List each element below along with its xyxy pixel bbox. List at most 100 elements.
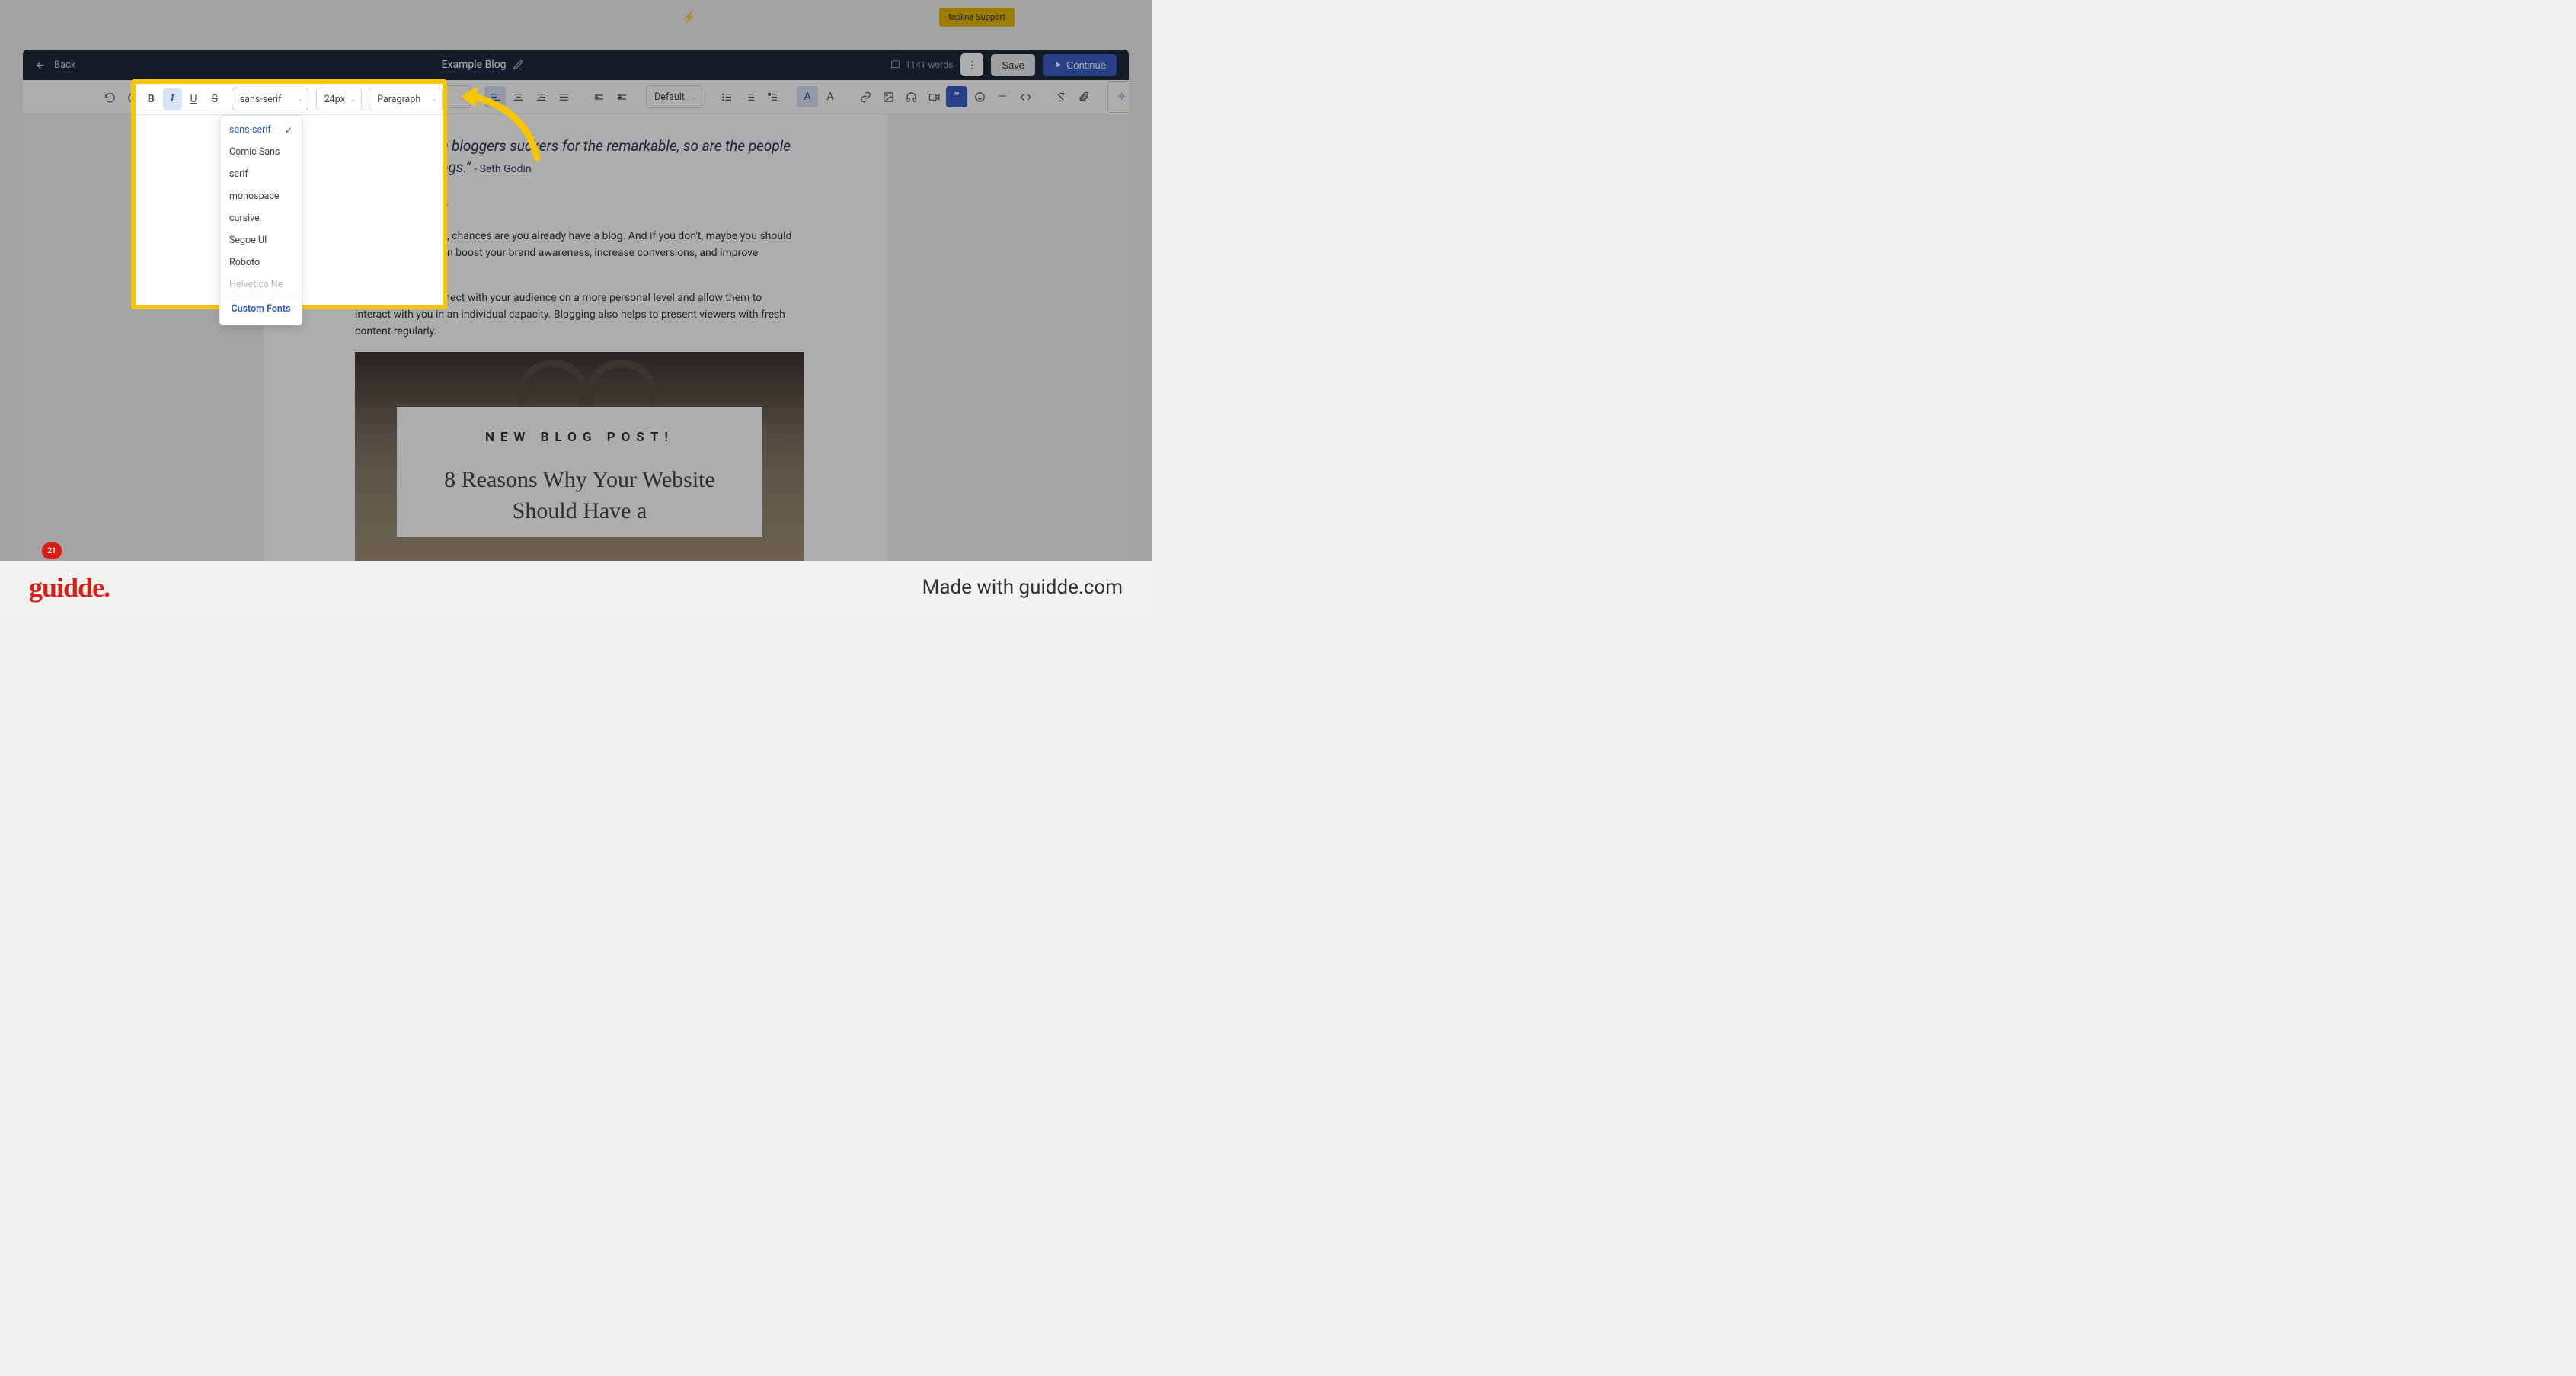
video-icon — [928, 91, 940, 103]
outdent-icon — [593, 91, 605, 103]
bullet-list-button[interactable] — [716, 86, 737, 107]
font-dropdown: sans-serif ✓ Comic Sans serif monospace c… — [219, 115, 302, 325]
divider-button[interactable]: — — [992, 86, 1013, 107]
continue-button[interactable]: Continue — [1043, 54, 1117, 76]
font-option-sans-serif[interactable]: sans-serif ✓ — [220, 119, 302, 141]
more-button[interactable] — [960, 53, 983, 76]
align-justify-button[interactable] — [553, 86, 574, 107]
ordered-list-icon — [744, 91, 756, 103]
italic-icon: I — [170, 93, 174, 105]
notification-badge[interactable]: 21 — [42, 542, 62, 559]
strikethrough-button[interactable]: S — [205, 88, 224, 110]
font-option-label: Roboto — [229, 257, 260, 268]
text-color-icon: A — [804, 91, 810, 103]
hero-image: NEW BLOG POST! 8 Reasons Why Your Websit… — [355, 352, 804, 592]
attachment-icon — [1078, 91, 1089, 103]
ordered-list-button[interactable] — [739, 86, 760, 107]
chevron-down-icon: ⌄ — [431, 95, 437, 104]
align-justify-icon — [558, 91, 570, 103]
support-button[interactable]: topline Support — [939, 8, 1015, 27]
divider-icon: — — [999, 91, 1007, 103]
indent-button[interactable] — [611, 86, 632, 107]
font-option-label: Segoe UI — [229, 235, 267, 246]
code-button[interactable] — [1015, 86, 1036, 107]
chevron-down-icon: ⌄ — [691, 93, 697, 101]
attachment-button[interactable] — [1072, 86, 1094, 107]
word-count: 1141 words — [906, 59, 954, 70]
hero-card: NEW BLOG POST! 8 Reasons Why Your Websit… — [397, 407, 762, 537]
more-vertical-icon — [967, 59, 978, 71]
font-option-monospace[interactable]: monospace — [220, 185, 302, 207]
font-option-label: sans-serif — [229, 124, 271, 136]
book-icon — [890, 59, 901, 71]
emoji-icon — [974, 91, 986, 103]
checklist-icon — [767, 91, 778, 103]
indent-icon — [616, 91, 628, 103]
sparkle-icon — [1117, 91, 1126, 102]
content-ai-button[interactable]: Content AI — [1107, 81, 1129, 113]
line-height-select[interactable]: Default ⌄ — [646, 85, 702, 108]
custom-fonts-button[interactable]: Custom Fonts — [220, 296, 302, 322]
play-icon — [1053, 60, 1063, 69]
lightning-icon: ⚡ — [682, 11, 695, 24]
audio-button[interactable] — [900, 86, 922, 107]
clear-format-button[interactable] — [1050, 86, 1071, 107]
edit-icon[interactable] — [513, 59, 524, 71]
undo-button[interactable] — [99, 86, 120, 107]
italic-button[interactable]: I — [163, 88, 182, 110]
underline-icon: U — [190, 93, 197, 105]
font-option-label: Helvetica Ne — [229, 279, 283, 290]
text-color-button[interactable]: A — [797, 86, 818, 107]
made-with-text: Made with guidde.com — [922, 576, 1123, 599]
check-icon: ✓ — [285, 125, 292, 136]
chevron-down-icon: ⌄ — [350, 95, 356, 104]
font-family-select[interactable]: sans-serif ⌄ — [232, 88, 308, 110]
checklist-button[interactable] — [762, 86, 783, 107]
undo-icon — [104, 91, 116, 103]
emoji-button[interactable] — [969, 86, 990, 107]
font-family-value: sans-serif — [240, 94, 282, 105]
quote-button[interactable]: ” — [946, 86, 967, 107]
font-option-roboto[interactable]: Roboto — [220, 251, 302, 274]
font-size-select[interactable]: 24px ⌄ — [316, 88, 362, 110]
code-icon — [1020, 91, 1031, 103]
hero-eyebrow: NEW BLOG POST! — [415, 430, 744, 445]
font-option-label: monospace — [229, 190, 280, 202]
annotation-arrow — [453, 82, 545, 165]
block-type-select[interactable]: Paragraph ⌄ — [369, 88, 443, 110]
strikethrough-icon: S — [212, 93, 218, 105]
underline-button[interactable]: U — [184, 88, 203, 110]
image-icon — [883, 91, 894, 103]
font-size-value: 24px — [324, 94, 345, 105]
font-option-label: cursive — [229, 213, 260, 224]
header-bar: Back Example Blog 1141 words Save Contin… — [23, 50, 1129, 80]
font-option-label: Comic Sans — [229, 146, 280, 158]
font-option-comic-sans[interactable]: Comic Sans — [220, 141, 302, 163]
guidde-logo: guidde. — [29, 571, 110, 603]
bold-button[interactable]: B — [142, 88, 161, 110]
video-button[interactable] — [923, 86, 944, 107]
spotlight-toolbar-segment: B I U S sans-serif ⌄ 24px ⌄ Paragraph ⌄ — [136, 84, 443, 115]
link-icon — [860, 91, 871, 103]
arrow-left-icon — [35, 59, 46, 71]
font-option-serif[interactable]: serif — [220, 163, 302, 185]
font-option-segoe-ui[interactable]: Segoe UI — [220, 229, 302, 251]
block-type-value: Paragraph — [377, 94, 420, 105]
highlight-icon: A — [826, 91, 833, 103]
font-option-cursive[interactable]: cursive — [220, 207, 302, 229]
clear-format-icon — [1055, 91, 1066, 103]
image-button[interactable] — [877, 86, 899, 107]
font-option-label: serif — [229, 168, 248, 180]
font-option-helvetica[interactable]: Helvetica Ne — [220, 274, 302, 296]
bold-icon: B — [148, 93, 155, 105]
quote-icon: ” — [954, 91, 960, 103]
link-button[interactable] — [855, 86, 876, 107]
hero-title: 8 Reasons Why Your Website Should Have a — [415, 465, 744, 526]
line-height-value: Default — [654, 91, 685, 103]
back-button[interactable]: Back — [35, 59, 76, 71]
chevron-down-icon: ⌄ — [297, 95, 303, 104]
save-button[interactable]: Save — [991, 54, 1035, 76]
highlight-button[interactable]: A — [820, 86, 841, 107]
outdent-button[interactable] — [588, 86, 609, 107]
headphones-icon — [906, 91, 917, 103]
